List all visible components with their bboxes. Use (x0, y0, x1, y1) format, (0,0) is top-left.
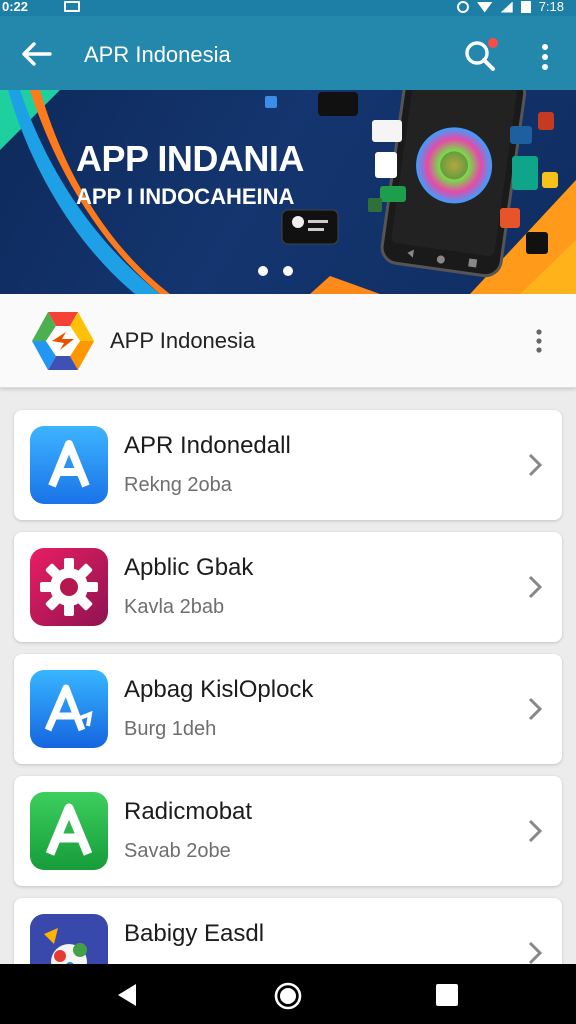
app-name: Radicmobat (124, 798, 253, 825)
app-list-item[interactable]: Apblic Gbak Kavla 2bab (14, 532, 562, 642)
status-clock: 7:18 (538, 0, 564, 14)
more-vert-icon[interactable] (528, 324, 550, 358)
banner-title: APP INDANIA (76, 138, 304, 179)
app-name: Apblic Gbak (124, 554, 254, 581)
wifi-icon (476, 1, 493, 13)
notification-icon (64, 1, 80, 12)
chevron-right-icon (528, 697, 543, 721)
screen: 0:22 7:18 APR Indonesia APP INDANIA APP … (0, 0, 576, 1024)
gear-icon (30, 548, 108, 626)
chevron-right-icon (528, 453, 543, 477)
more-vert-icon[interactable] (534, 40, 556, 74)
app-list-item[interactable]: Apbag KislOplock Burg 1deh (14, 654, 562, 764)
page-indicator-dot[interactable] (283, 266, 293, 276)
app-subtitle: Kavla 2bab (124, 596, 225, 618)
app-store-icon (30, 426, 108, 504)
nav-back-icon[interactable] (114, 982, 140, 1008)
chevron-right-icon (528, 575, 543, 599)
system-nav-bar (0, 964, 576, 1024)
app-name: Babigy Easdl (124, 920, 265, 947)
status-icons: 7:18 (456, 0, 564, 14)
signal-icon (500, 1, 513, 13)
app-bar: APR Indonesia (0, 16, 576, 90)
app-bar-title: APR Indonesia (84, 42, 231, 67)
chevron-right-icon (528, 819, 543, 843)
app-subtitle: Rekng 2oba (124, 474, 232, 496)
brand-logo-icon (32, 312, 94, 370)
search-badge-dot (488, 38, 498, 48)
brand-row[interactable]: APP Indonesia (0, 294, 576, 388)
app-subtitle: Savab 2obe (124, 840, 231, 862)
dnd-icon (456, 1, 469, 13)
status-bar: 0:22 7:18 (0, 0, 576, 16)
app-subtitle: Burg 1deh (124, 718, 217, 740)
page-indicator-dot[interactable] (258, 266, 268, 276)
app-list-item[interactable]: Radicmobat Savab 2obe (14, 776, 562, 886)
brand-name: APP Indonesia (110, 328, 256, 353)
status-time: 0:22 (2, 0, 29, 14)
app-store-icon (30, 792, 108, 870)
banner-subtitle: APP I INDOCAHEINA (76, 184, 295, 209)
app-name: APR Indonedall (124, 432, 291, 459)
nav-recent-icon[interactable] (436, 984, 458, 1006)
back-arrow-icon[interactable] (14, 36, 58, 72)
app-list-item[interactable]: APR Indonedall Rekng 2oba (14, 410, 562, 520)
app-name: Apbag KislOplock (124, 676, 314, 703)
app-store-icon (30, 670, 108, 748)
nav-home-icon[interactable] (274, 982, 302, 1010)
promo-banner[interactable]: APP INDANIA APP I INDOCAHEINA (0, 90, 576, 294)
battery-icon (520, 1, 531, 13)
